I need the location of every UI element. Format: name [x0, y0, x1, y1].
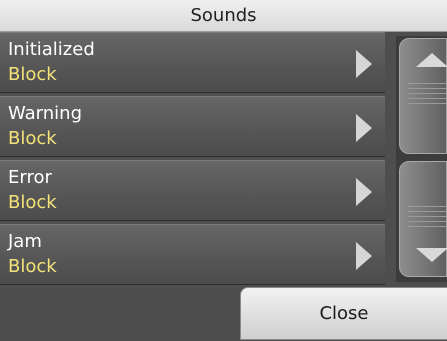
sound-item-value: Block	[8, 128, 57, 149]
sound-item-value: Block	[8, 64, 57, 85]
sound-item-error[interactable]: Error Block	[0, 160, 385, 221]
sound-item-warning[interactable]: Warning Block	[0, 96, 385, 157]
chevron-right-icon	[356, 242, 372, 270]
dialog-footer: Close	[0, 283, 447, 341]
sound-item-jam[interactable]: Jam Block	[0, 224, 385, 285]
close-button[interactable]: Close	[240, 287, 447, 340]
scroll-down-button[interactable]	[399, 161, 447, 277]
chevron-right-icon	[356, 50, 372, 78]
scroll-up-button[interactable]	[399, 38, 447, 154]
sound-item-label: Error	[8, 167, 52, 188]
grip-lines	[408, 206, 446, 230]
dialog-title: Sounds	[0, 0, 447, 32]
arrow-down-icon	[416, 248, 447, 262]
sound-item-label: Jam	[8, 231, 42, 252]
sound-item-label: Initialized	[8, 39, 95, 60]
sound-item-value: Block	[8, 256, 57, 277]
grip-lines	[408, 83, 446, 107]
sounds-list: Initialized Block Warning Block Error Bl…	[0, 32, 395, 288]
scrollbar[interactable]	[396, 36, 447, 282]
sound-item-value: Block	[8, 192, 57, 213]
chevron-right-icon	[356, 178, 372, 206]
chevron-right-icon	[356, 114, 372, 142]
arrow-up-icon	[416, 53, 447, 67]
sound-item-initialized[interactable]: Initialized Block	[0, 32, 385, 93]
sound-item-label: Warning	[8, 103, 83, 124]
